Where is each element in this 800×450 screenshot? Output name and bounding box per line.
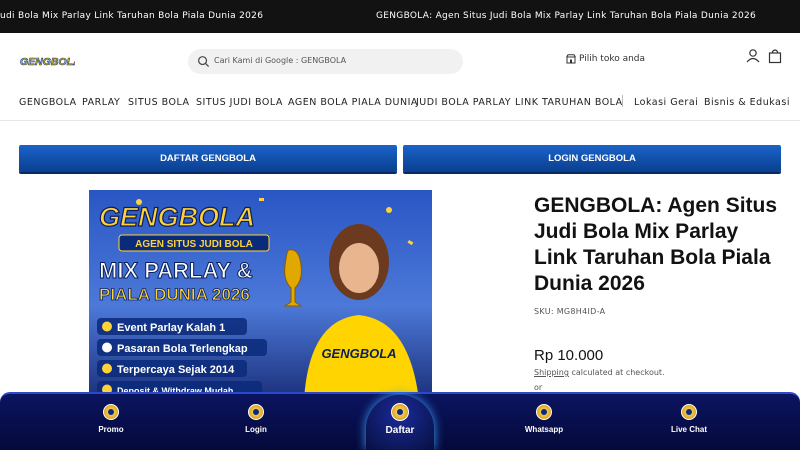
bottom-nav-whatsapp-label: Whatsapp: [524, 425, 564, 434]
bottom-nav-promo[interactable]: Promo: [71, 404, 151, 434]
shipping-note-text: calculated at checkout.: [568, 368, 665, 377]
bottom-nav-whatsapp[interactable]: Whatsapp: [504, 404, 584, 434]
feature-3: Terpercaya Sejak 2014: [117, 364, 235, 376]
nav-item-parlay[interactable]: PARLAY: [82, 97, 120, 108]
feature-2: Pasaran Bola Terlengkap: [117, 343, 248, 355]
search-bar[interactable]: Cari Kami di Google : GENGBOLA: [188, 49, 463, 74]
shipping-link[interactable]: Shipping: [534, 368, 569, 377]
product-banner-image[interactable]: GENGBOLA AGEN SITUS JUDI BOLA MIX PARLAY…: [89, 190, 432, 400]
shirt-text: GENGBOLA: [321, 346, 396, 361]
search-placeholder: Cari Kami di Google : GENGBOLA: [214, 56, 347, 65]
nav-item-situs-judi-bola[interactable]: SITUS JUDI BOLA: [196, 97, 283, 108]
store-selector-label: Pilih toko anda: [579, 54, 646, 64]
nav-item-agen-bola-piala-dunia[interactable]: AGEN BOLA PIALA DUNIA: [288, 97, 418, 108]
feature-1: Event Parlay Kalah 1: [117, 322, 225, 334]
product-title: GENGBOLA: Agen Situs Judi Bola Mix Parla…: [534, 194, 778, 295]
nav-divider: [622, 95, 623, 107]
shipping-note: Shipping calculated at checkout.: [534, 368, 665, 377]
nav-item-gengbola[interactable]: GENGBOLA: [19, 97, 77, 108]
banner-headline-2: PIALA DUNIA 2026: [99, 285, 250, 304]
whatsapp-icon: [536, 404, 552, 420]
svg-text:GENGBOLA: GENGBOLA: [20, 56, 75, 68]
store-selector[interactable]: Pilih toko anda: [566, 54, 645, 64]
banner-ribbon: AGEN SITUS JUDI BOLA: [135, 239, 253, 250]
announcement-bar: udi Bola Mix Parlay Link Taruhan Bola Pi…: [0, 0, 800, 33]
product-sku: SKU: MG8H4ID-A: [534, 307, 606, 316]
nav-item-bisnis-edukasi[interactable]: Bisnis & Edukasi: [704, 97, 790, 108]
announcement-text-left: udi Bola Mix Parlay Link Taruhan Bola Pi…: [0, 11, 264, 21]
bottom-nav-livechat[interactable]: Live Chat: [649, 404, 729, 434]
site-header: GENGBOLA Cari Kami di Google : GENGBOLA …: [0, 33, 800, 88]
nav-item-link-taruhan-bola[interactable]: LINK TARUHAN BOLA: [515, 97, 623, 108]
daftar-button[interactable]: DAFTAR GENGBOLA: [19, 145, 397, 172]
banner-headline-1: MIX PARLAY &: [99, 258, 253, 283]
nav-item-lokasi-gerai[interactable]: Lokasi Gerai: [634, 97, 698, 108]
account-icon[interactable]: [745, 48, 761, 64]
product-price: Rp 10.000: [534, 347, 604, 364]
login-button[interactable]: LOGIN GENGBOLA: [403, 145, 781, 172]
bottom-nav-login[interactable]: Login: [216, 404, 296, 434]
store-icon: [566, 54, 576, 64]
promo-icon: [103, 404, 119, 420]
livechat-icon: [681, 404, 697, 420]
bottom-nav-login-label: Login: [245, 425, 267, 434]
cart-icon[interactable]: [767, 48, 783, 64]
main-nav: GENGBOLA PARLAY SITUS BOLA SITUS JUDI BO…: [0, 88, 800, 121]
banner-brand: GENGBOLA: [99, 202, 255, 232]
site-logo[interactable]: GENGBOLA: [19, 53, 75, 69]
login-icon: [248, 404, 264, 420]
announcement-text-right: GENGBOLA: Agen Situs Judi Bola Mix Parla…: [376, 11, 757, 21]
bottom-nav-promo-label: Promo: [98, 425, 124, 434]
bottom-nav-livechat-label: Live Chat: [670, 425, 707, 434]
daftar-icon: [391, 403, 409, 421]
nav-item-judi-bola-parlay[interactable]: JUDI BOLA PARLAY: [416, 97, 511, 108]
or-text: or: [534, 383, 543, 392]
search-icon: [198, 56, 210, 68]
nav-item-situs-bola[interactable]: SITUS BOLA: [128, 97, 189, 108]
bottom-nav-daftar-label: Daftar: [385, 425, 415, 436]
